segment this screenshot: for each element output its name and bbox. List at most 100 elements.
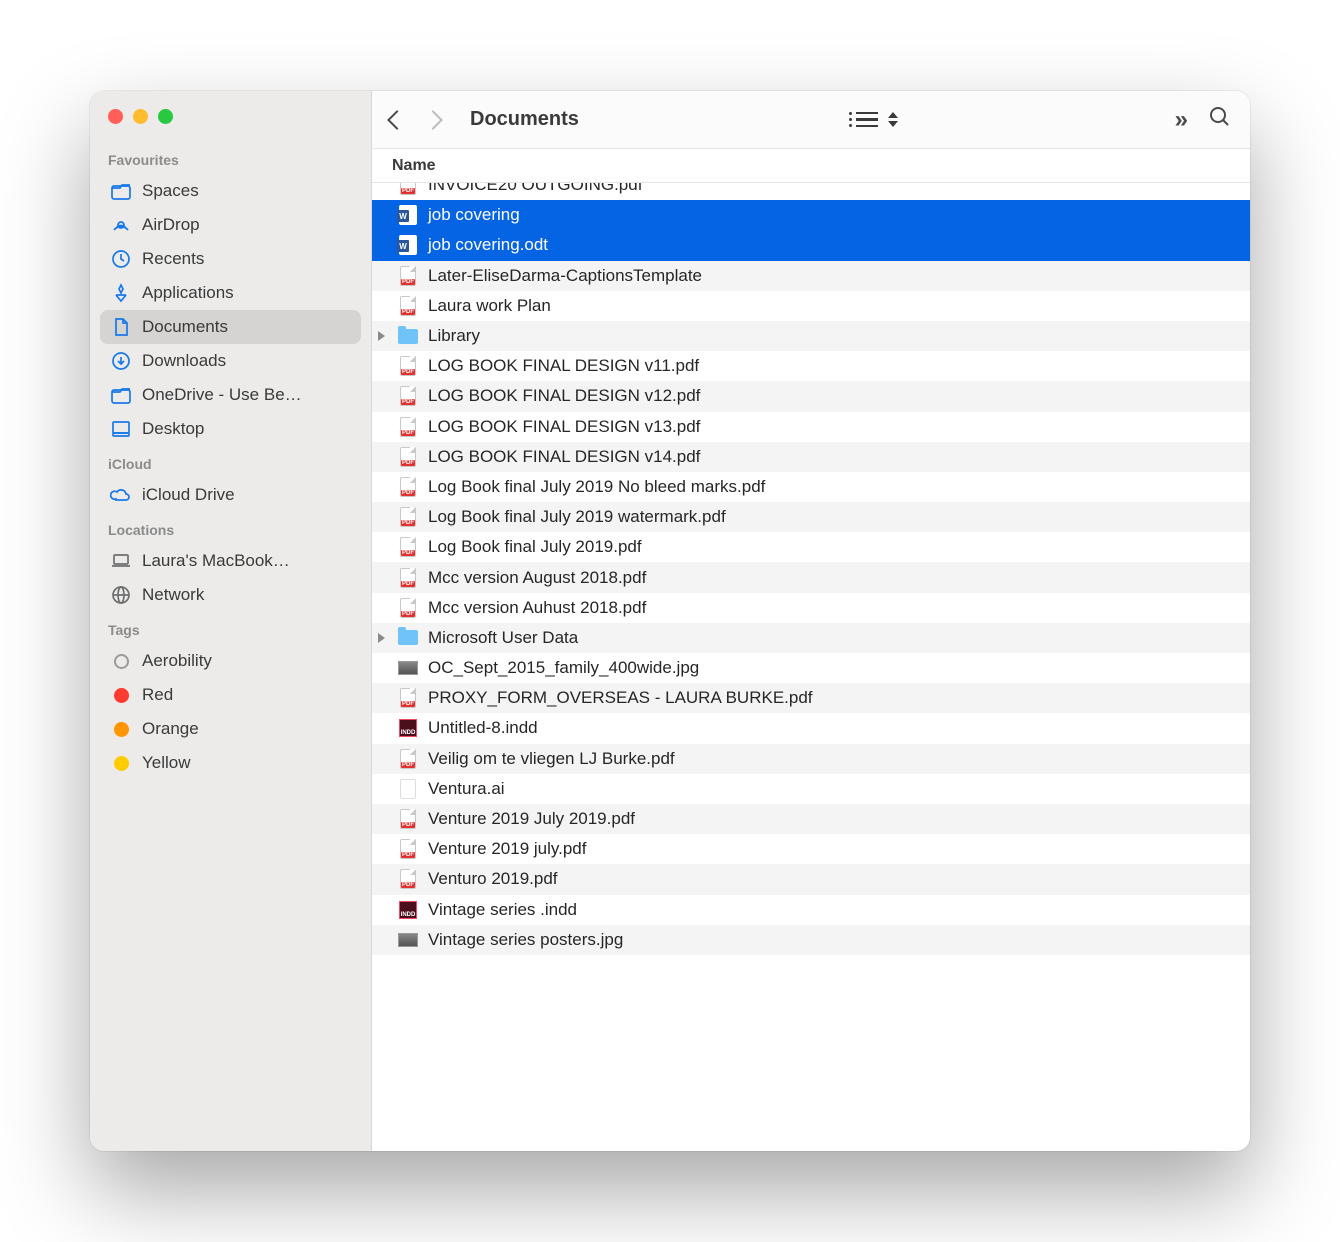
back-button[interactable]: [387, 110, 407, 130]
sidebar-item-label: iCloud Drive: [142, 485, 235, 505]
sidebar-item-label: Downloads: [142, 351, 226, 371]
disclosure-triangle-icon[interactable]: [378, 331, 385, 341]
file-row[interactable]: LOG BOOK FINAL DESIGN v13.pdf: [372, 412, 1250, 442]
sidebar-item-desktop[interactable]: Desktop: [100, 412, 361, 446]
sidebar-item-label: Desktop: [142, 419, 204, 439]
view-mode-control[interactable]: [856, 112, 898, 127]
disclosure-triangle-icon[interactable]: [378, 633, 385, 643]
file-row[interactable]: LOG BOOK FINAL DESIGN v14.pdf: [372, 442, 1250, 472]
tag-dot-icon: [114, 688, 129, 703]
file-name: Log Book final July 2019.pdf: [428, 537, 642, 557]
sidebar-item-airdrop[interactable]: AirDrop: [100, 208, 361, 242]
file-row[interactable]: Log Book final July 2019.pdf: [372, 532, 1250, 562]
sidebar-section-locations: Locations: [100, 512, 361, 544]
tag-icon: [110, 684, 132, 706]
file-name: Venture 2019 july.pdf: [428, 839, 586, 859]
file-row[interactable]: Untitled-8.indd: [372, 713, 1250, 743]
tag-dot-icon: [114, 654, 129, 669]
file-row[interactable]: INVOICE20 OUTGOING.pdf: [372, 183, 1250, 200]
file-row[interactable]: Microsoft User Data: [372, 623, 1250, 653]
file-row[interactable]: Ventura.ai: [372, 774, 1250, 804]
file-name: LOG BOOK FINAL DESIGN v13.pdf: [428, 417, 700, 437]
globe-icon: [110, 584, 132, 606]
file-row[interactable]: Venture 2019 July 2019.pdf: [372, 804, 1250, 834]
file-row[interactable]: LOG BOOK FINAL DESIGN v12.pdf: [372, 381, 1250, 411]
file-name: LOG BOOK FINAL DESIGN v11.pdf: [428, 356, 699, 376]
column-header-name[interactable]: Name: [372, 149, 1250, 183]
sidebar-section-tags: Tags: [100, 612, 361, 644]
pdf-icon: [400, 183, 416, 195]
file-row[interactable]: OC_Sept_2015_family_400wide.jpg: [372, 653, 1250, 683]
sidebar-item-laura-s-macbook-[interactable]: Laura's MacBook…: [100, 544, 361, 578]
pdf-icon: [400, 266, 416, 286]
tag-icon: [110, 650, 132, 672]
file-row[interactable]: PROXY_FORM_OVERSEAS - LAURA BURKE.pdf: [372, 683, 1250, 713]
ai-icon: [400, 779, 416, 799]
sidebar-item-onedrive-use-be-[interactable]: OneDrive - Use Be…: [100, 378, 361, 412]
file-row[interactable]: Venture 2019 july.pdf: [372, 834, 1250, 864]
file-list[interactable]: INVOICE20 OUTGOING.pdfjob covering job co…: [372, 183, 1250, 1151]
file-name: job covering.odt: [428, 235, 548, 255]
search-button[interactable]: [1208, 105, 1232, 134]
window-controls: [100, 103, 361, 142]
sidebar: Favourites Spaces AirDrop Recents Applicati…: [90, 91, 372, 1151]
sidebar-item-documents[interactable]: Documents: [100, 310, 361, 344]
tag-yellow[interactable]: Yellow: [100, 746, 361, 780]
sidebar-item-downloads[interactable]: Downloads: [100, 344, 361, 378]
close-button[interactable]: [108, 109, 123, 124]
tag-dot-icon: [114, 756, 129, 771]
file-row[interactable]: LOG BOOK FINAL DESIGN v11.pdf: [372, 351, 1250, 381]
file-row[interactable]: job covering: [372, 200, 1250, 230]
sidebar-item-applications[interactable]: Applications: [100, 276, 361, 310]
pdf-icon: [400, 477, 416, 497]
file-name: Venture 2019 July 2019.pdf: [428, 809, 635, 829]
tag-label: Aerobility: [142, 651, 212, 671]
sidebar-item-label: OneDrive - Use Be…: [142, 385, 302, 405]
sidebar-item-label: Spaces: [142, 181, 199, 201]
clock-icon: [110, 248, 132, 270]
file-row[interactable]: Veilig om te vliegen LJ Burke.pdf: [372, 744, 1250, 774]
sidebar-item-spaces[interactable]: Spaces: [100, 174, 361, 208]
file-row[interactable]: Later-EliseDarma-CaptionsTemplate: [372, 261, 1250, 291]
sidebar-item-recents[interactable]: Recents: [100, 242, 361, 276]
maximize-button[interactable]: [158, 109, 173, 124]
sidebar-section-favourites: Favourites: [100, 142, 361, 174]
file-row[interactable]: Mcc version August 2018.pdf: [372, 562, 1250, 592]
doc-icon: [110, 316, 132, 338]
overflow-button[interactable]: »: [1175, 106, 1188, 134]
pdf-icon: [400, 447, 416, 467]
sidebar-item-label: AirDrop: [142, 215, 200, 235]
pdf-icon: [400, 809, 416, 829]
tag-orange[interactable]: Orange: [100, 712, 361, 746]
tag-aerobility[interactable]: Aerobility: [100, 644, 361, 678]
toolbar: Documents »: [372, 91, 1250, 149]
window-title: Documents: [470, 108, 579, 131]
file-name: Untitled-8.indd: [428, 718, 538, 738]
file-row[interactable]: Laura work Plan: [372, 291, 1250, 321]
pdf-icon: [400, 869, 416, 889]
file-row[interactable]: Mcc version Auhust 2018.pdf: [372, 593, 1250, 623]
file-row[interactable]: job covering.odt: [372, 230, 1250, 260]
minimize-button[interactable]: [133, 109, 148, 124]
sidebar-item-label: Network: [142, 585, 204, 605]
pdf-icon: [400, 296, 416, 316]
file-row[interactable]: Library: [372, 321, 1250, 351]
file-row[interactable]: Venturo 2019.pdf: [372, 864, 1250, 894]
file-name: Mcc version August 2018.pdf: [428, 568, 646, 588]
download-icon: [110, 350, 132, 372]
file-row[interactable]: Log Book final July 2019 watermark.pdf: [372, 502, 1250, 532]
forward-button[interactable]: [423, 110, 443, 130]
file-name: Log Book final July 2019 watermark.pdf: [428, 507, 726, 527]
sidebar-item-label: Recents: [142, 249, 204, 269]
file-row[interactable]: Vintage series .indd: [372, 895, 1250, 925]
tag-red[interactable]: Red: [100, 678, 361, 712]
pdf-icon: [400, 356, 416, 376]
file-name: Later-EliseDarma-CaptionsTemplate: [428, 266, 702, 286]
file-name: Vintage series .indd: [428, 900, 577, 920]
sidebar-item-icloud-drive[interactable]: iCloud Drive: [100, 478, 361, 512]
sidebar-item-network[interactable]: Network: [100, 578, 361, 612]
file-row[interactable]: Vintage series posters.jpg: [372, 925, 1250, 955]
file-row[interactable]: Log Book final July 2019 No bleed marks.…: [372, 472, 1250, 502]
file-name: Venturo 2019.pdf: [428, 869, 558, 889]
tag-label: Orange: [142, 719, 199, 739]
